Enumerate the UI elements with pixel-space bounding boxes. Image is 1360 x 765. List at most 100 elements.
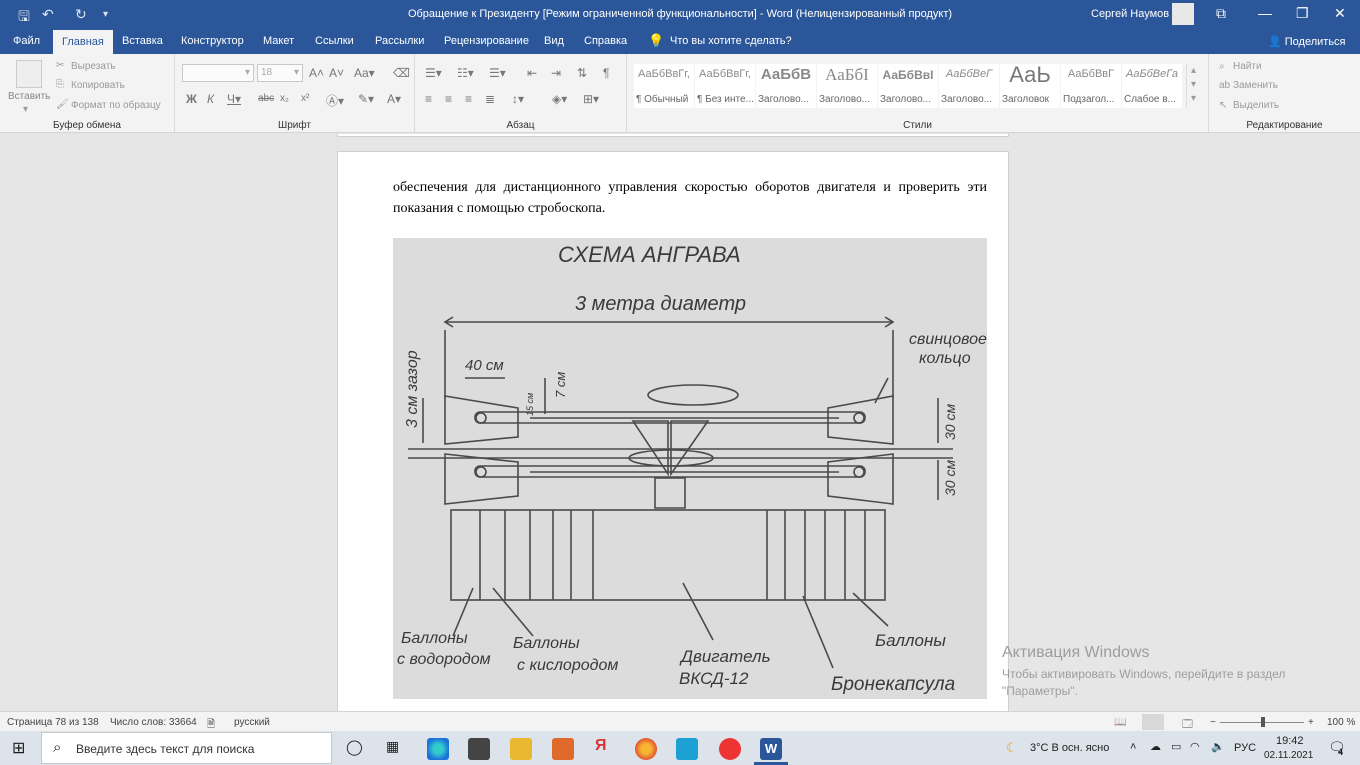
paste-icon[interactable] — [16, 60, 42, 88]
widgets-icon[interactable]: ▦ — [386, 738, 399, 755]
subscript-icon[interactable]: x₂ — [280, 93, 289, 104]
find-button[interactable]: Найти — [1233, 61, 1262, 72]
style-item-heading-3[interactable]: АаБбВвІ Заголово... — [878, 64, 938, 108]
style-item-heading-4[interactable]: АаБбВеГ Заголово... — [939, 64, 999, 108]
styles-scroll[interactable]: ▴ ▾ ▾ — [1186, 64, 1200, 108]
wifi-icon[interactable]: ◠ — [1190, 740, 1200, 753]
tab-view[interactable]: Вид — [544, 35, 564, 47]
italic-icon[interactable]: К — [207, 92, 214, 106]
scheme-figure[interactable]: СХЕМА АНГРАВА 3 метра диаметр свинцовое … — [393, 238, 987, 699]
zoom-in-button[interactable]: + — [1308, 717, 1314, 728]
style-item-subtle-emphasis[interactable]: АаБбВеГа Слабое в... — [1122, 64, 1182, 108]
user-name[interactable]: Сергей Наумов — [1091, 8, 1169, 20]
input-language[interactable]: РУС — [1234, 742, 1256, 754]
align-left-icon[interactable]: ≡ — [425, 92, 432, 106]
zoom-thumb[interactable] — [1261, 717, 1265, 727]
tab-references[interactable]: Ссылки — [315, 35, 354, 47]
show-marks-icon[interactable]: ¶ — [603, 66, 609, 80]
shrink-font-icon[interactable]: A˅ — [329, 66, 344, 80]
borders-icon[interactable]: ⊞▾ — [583, 92, 599, 106]
multilevel-list-icon[interactable]: ☰▾ — [489, 66, 506, 80]
decrease-indent-icon[interactable]: ⇤ — [527, 66, 537, 80]
zoom-level[interactable]: 100 % — [1327, 717, 1355, 728]
format-painter-button[interactable]: Формат по образцу — [71, 100, 161, 111]
justify-icon[interactable]: ≣ — [485, 92, 495, 106]
bullets-icon[interactable]: ☰▾ — [425, 66, 442, 80]
print-layout-icon[interactable] — [1142, 714, 1164, 730]
cloud-icon[interactable]: ☁ — [1150, 740, 1161, 753]
shading-icon[interactable]: ◈▾ — [552, 92, 567, 106]
superscript-icon[interactable]: x² — [301, 93, 309, 104]
photos-icon[interactable] — [552, 738, 574, 760]
tab-help[interactable]: Справка — [584, 35, 627, 47]
tab-design[interactable]: Конструктор — [181, 35, 244, 47]
clock-date[interactable]: 02.11.2021 — [1264, 750, 1313, 761]
yandex-browser-icon[interactable] — [719, 738, 741, 760]
highlight-icon[interactable]: ✎▾ — [358, 92, 374, 106]
font-size-combo[interactable]: 18 ▾ — [257, 64, 303, 82]
ribbon-display-icon[interactable]: ⧉ — [1216, 5, 1226, 22]
app-icon[interactable] — [676, 738, 698, 760]
sort-icon[interactable]: ⇅ — [577, 66, 587, 80]
replace-button[interactable]: Заменить — [1233, 80, 1278, 91]
network-icon[interactable]: ▭ — [1171, 740, 1181, 753]
underline-icon[interactable]: Ч▾ — [227, 92, 241, 106]
firefox-icon[interactable] — [635, 738, 657, 760]
grow-font-icon[interactable]: A˄ — [309, 66, 324, 80]
strikethrough-icon[interactable]: abc — [258, 93, 274, 104]
style-item-heading-2[interactable]: АаБбІ Заголово... — [817, 64, 877, 108]
line-spacing-icon[interactable]: ↕▾ — [512, 92, 524, 106]
explorer-icon[interactable] — [510, 738, 532, 760]
align-right-icon[interactable]: ≡ — [465, 92, 472, 106]
tray-chevron-icon[interactable]: ˄ — [1130, 741, 1136, 753]
tab-layout[interactable]: Макет — [263, 35, 294, 47]
tab-file[interactable]: Файл — [13, 35, 40, 47]
notifications-icon[interactable]: 🗨 — [1328, 739, 1346, 756]
style-item-subtitle[interactable]: АаБбВвГ Подзагол... — [1061, 64, 1121, 108]
word-icon[interactable]: W — [760, 738, 782, 760]
zoom-out-button[interactable]: − — [1210, 717, 1216, 728]
copy-button[interactable]: Копировать — [71, 80, 125, 91]
minimize-icon[interactable]: — — [1258, 5, 1272, 21]
avatar[interactable] — [1172, 3, 1194, 25]
document-page[interactable]: обеспечения для дистанционного управлени… — [337, 151, 1009, 711]
font-color-icon[interactable]: A▾ — [387, 92, 401, 106]
select-button[interactable]: Выделить — [1233, 100, 1279, 111]
style-item-title[interactable]: АаЬ Заголовок — [1000, 62, 1060, 108]
document-paragraph[interactable]: обеспечения для дистанционного управлени… — [393, 177, 987, 219]
paste-button[interactable]: Вставить — [8, 91, 50, 102]
document-area[interactable]: обеспечения для дистанционного управлени… — [0, 134, 1360, 711]
tab-review[interactable]: Рецензирование — [444, 35, 529, 47]
word-count[interactable]: Число слов: 33664 — [110, 717, 197, 728]
style-item-heading-1[interactable]: АаБбВ Заголово... — [756, 64, 816, 108]
cut-button[interactable]: Вырезать — [71, 61, 115, 72]
maximize-icon[interactable]: ❐ — [1296, 5, 1309, 22]
taskbar-search[interactable]: ⌕ Введите здесь текст для поиска — [41, 732, 332, 764]
increase-indent-icon[interactable]: ⇥ — [551, 66, 561, 80]
store-icon[interactable] — [468, 738, 490, 760]
page-count[interactable]: Страница 78 из 138 — [7, 717, 99, 728]
weather-text[interactable]: 3°C В осн. ясно — [1030, 742, 1109, 754]
volume-icon[interactable]: 🔈 — [1211, 740, 1225, 753]
language-status[interactable]: русский — [234, 717, 270, 728]
close-icon[interactable]: ✕ — [1334, 5, 1346, 22]
bold-icon[interactable]: Ж — [186, 92, 197, 106]
yandex-icon[interactable]: Я — [595, 737, 607, 755]
style-item-no-spacing[interactable]: АаБбВвГг, ¶ Без инте... — [695, 64, 755, 108]
tab-mailings[interactable]: Рассылки — [375, 35, 424, 47]
style-item-normal[interactable]: АаБбВвГг, ¶ Обычный — [634, 64, 694, 108]
edge-icon[interactable] — [427, 738, 449, 760]
align-center-icon[interactable]: ≡ — [445, 92, 452, 106]
change-case-icon[interactable]: Aa▾ — [354, 66, 375, 80]
tell-me-input[interactable]: Что вы хотите сделать? — [670, 35, 792, 47]
task-view-icon[interactable]: ◯ — [346, 738, 363, 756]
windows-start-icon[interactable]: ⊞ — [12, 738, 25, 758]
tab-home[interactable]: Главная — [53, 30, 113, 54]
font-name-combo[interactable]: ▾ — [182, 64, 254, 82]
numbering-icon[interactable]: ☷▾ — [457, 66, 474, 80]
share-button[interactable]: 👤 Поделиться — [1268, 35, 1346, 48]
read-mode-icon[interactable]: 📖 — [1114, 717, 1126, 728]
clear-formatting-icon[interactable]: ⌫ — [393, 66, 410, 80]
tab-insert[interactable]: Вставка — [122, 35, 163, 47]
clock-time[interactable]: 19:42 — [1276, 735, 1304, 747]
